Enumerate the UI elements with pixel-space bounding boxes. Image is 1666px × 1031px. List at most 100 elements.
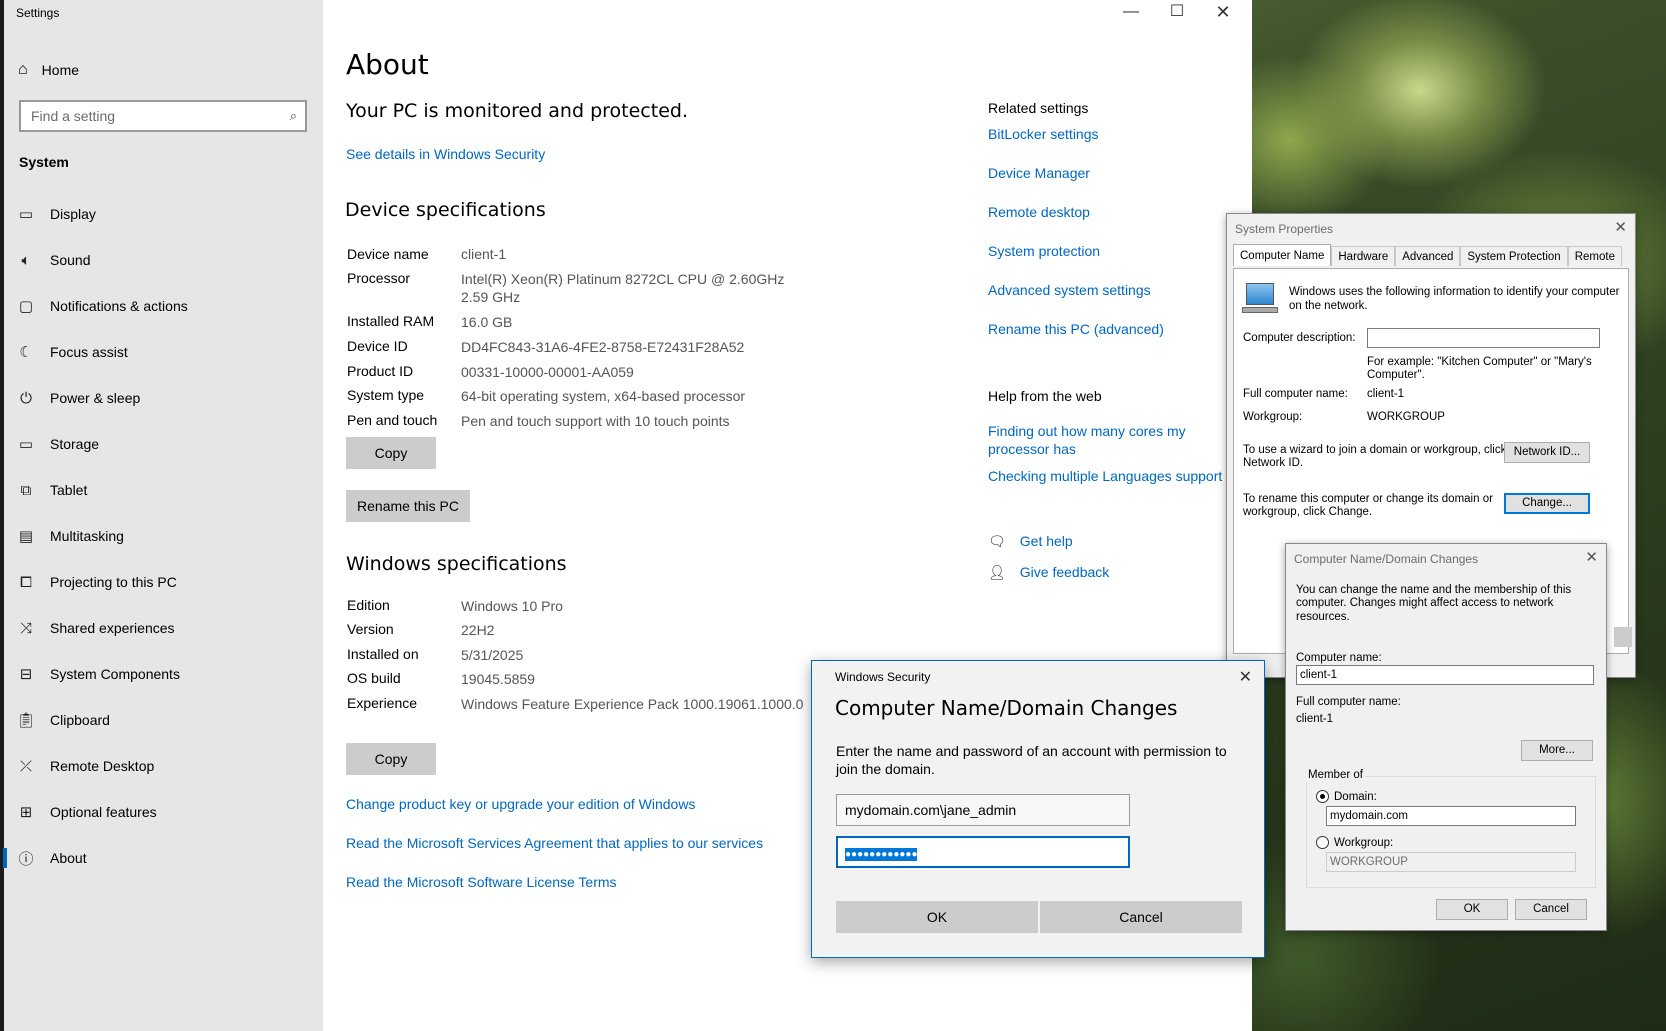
copy-device-specs-button[interactable]: Copy: [346, 437, 436, 469]
projecting-icon: ⧠: [19, 573, 32, 591]
sidebar-item-focus-assist[interactable]: ☾ Focus assist: [0, 332, 323, 372]
tab-hardware[interactable]: Hardware: [1331, 246, 1396, 266]
sidebar-item-clipboard[interactable]: 📋︎ Clipboard: [0, 700, 323, 740]
computer-icon: [1246, 283, 1274, 305]
sidebar: Settings ⌂ Home Find a setting ⌕ System …: [0, 0, 323, 1031]
full-name-value: client-1: [1367, 388, 1405, 400]
domain-input[interactable]: mydomain.com: [1326, 806, 1576, 826]
computer-name-input[interactable]: client-1: [1296, 665, 1594, 685]
desc-line2: computer. Changes might affect access to…: [1296, 597, 1554, 623]
full-name-label: Full computer name:: [1243, 388, 1348, 400]
product-key-link[interactable]: Change product key or upgrade your editi…: [346, 796, 695, 812]
tab-computer-name[interactable]: Computer Name: [1233, 244, 1332, 266]
spec-label: OS build: [347, 670, 401, 686]
ok-button[interactable]: OK: [836, 901, 1038, 933]
search-input[interactable]: Find a setting ⌕: [19, 100, 307, 132]
spec-value: Intel(R) Xeon(R) Platinum 8272CL CPU @ 2…: [461, 271, 785, 287]
spec-value: 19045.5859: [461, 671, 535, 687]
sidebar-item-remote-desktop[interactable]: ⤫ Remote Desktop: [0, 746, 323, 786]
sidebar-item-label: Notifications & actions: [50, 298, 188, 314]
sidebar-item-power-sleep[interactable]: ⏻ Power & sleep: [0, 378, 323, 418]
sidebar-item-tablet[interactable]: ⧉ Tablet: [0, 470, 323, 510]
wizard-line1: To use a wizard to join a domain or work…: [1243, 444, 1507, 456]
network-id-button[interactable]: Network ID...: [1504, 442, 1590, 463]
close-icon[interactable]: ✕: [1585, 548, 1598, 566]
tab-advanced[interactable]: Advanced: [1395, 246, 1461, 266]
dialog-description: Enter the name and password of an accoun…: [836, 743, 1227, 777]
sidebar-home[interactable]: ⌂ Home: [18, 58, 79, 82]
security-details-link[interactable]: See details in Windows Security: [346, 146, 545, 162]
sidebar-item-label: About: [50, 850, 87, 866]
rename-pc-advanced-link[interactable]: Rename this PC (advanced): [988, 320, 1164, 338]
workgroup-label: Workgroup:: [1243, 411, 1303, 423]
sidebar-item-label: Power & sleep: [50, 390, 141, 406]
sidebar-item-optional-features[interactable]: ⊞ Optional features: [0, 792, 323, 832]
sidebar-item-storage[interactable]: ▭ Storage: [0, 424, 323, 464]
get-help-link[interactable]: 🗨︎ Get help: [988, 532, 1073, 550]
sidebar-item-label: Tablet: [50, 482, 88, 498]
sidebar-item-multitasking[interactable]: ▤ Multitasking: [0, 516, 323, 556]
dialog-title: System Properties: [1235, 222, 1334, 236]
sidebar-item-system-components[interactable]: ⊟ System Components: [0, 654, 323, 694]
computer-name-domain-changes-dialog: Computer Name/Domain Changes ✕ You can c…: [1285, 543, 1607, 931]
sidebar-item-about[interactable]: ⓘ About: [0, 838, 323, 878]
full-name-label: Full computer name:: [1296, 696, 1401, 708]
minimize-icon[interactable]: —: [1108, 2, 1154, 22]
maximize-icon[interactable]: ☐: [1154, 2, 1200, 22]
workgroup-label: Workgroup:: [1334, 837, 1394, 849]
spec-label: Device ID: [347, 338, 408, 354]
rename-pc-button[interactable]: Rename this PC: [346, 490, 470, 522]
tab-system-protection[interactable]: System Protection: [1460, 246, 1568, 266]
more-button[interactable]: More...: [1521, 740, 1593, 761]
license-terms-link[interactable]: Read the Microsoft Software License Term…: [346, 874, 617, 890]
moon-icon: ☾: [19, 344, 33, 361]
sidebar-item-projecting[interactable]: ⧠ Projecting to this PC: [0, 562, 323, 602]
spec-label: Processor: [347, 270, 411, 286]
sidebar-section-title: System: [19, 154, 69, 170]
sidebar-item-sound[interactable]: 🔈︎ Sound: [0, 240, 323, 280]
home-icon: ⌂: [18, 61, 28, 78]
help-chat-icon: 🗨︎: [988, 533, 1006, 549]
search-icon[interactable]: ⌕: [290, 108, 297, 124]
copy-windows-specs-button[interactable]: Copy: [346, 743, 436, 775]
sidebar-item-display[interactable]: ▭ Display: [0, 194, 323, 234]
bitlocker-settings-link[interactable]: BitLocker settings: [988, 125, 1099, 143]
close-icon[interactable]: ✕: [1239, 667, 1252, 687]
spec-value: Pen and touch support with 10 touch poin…: [461, 413, 730, 429]
sidebar-item-shared-experiences[interactable]: ⤨ Shared experiences: [0, 608, 323, 648]
languages-help-link[interactable]: Checking multiple Languages support: [988, 467, 1222, 485]
change-button[interactable]: Change...: [1504, 493, 1590, 514]
help-web-heading: Help from the web: [988, 388, 1102, 404]
advanced-system-settings-link[interactable]: Advanced system settings: [988, 281, 1151, 299]
sidebar-home-label: Home: [41, 62, 80, 78]
cancel-button[interactable]: Cancel: [1040, 901, 1242, 933]
power-icon: ⏻: [20, 389, 32, 407]
ok-button[interactable]: OK: [1436, 899, 1508, 920]
workgroup-input[interactable]: WORKGROUP: [1326, 852, 1576, 872]
monitor-icon: ▭: [18, 206, 34, 223]
related-settings-heading: Related settings: [988, 100, 1089, 116]
tablet-icon: ⧉: [20, 481, 32, 499]
info-icon: ⓘ: [18, 850, 34, 868]
rename-line1: To rename this computer or change its do…: [1243, 493, 1493, 505]
give-feedback-link[interactable]: 👤︎ Give feedback: [988, 563, 1109, 581]
close-icon[interactable]: ✕: [1614, 218, 1627, 236]
cancel-button[interactable]: Cancel: [1515, 899, 1587, 920]
device-manager-link[interactable]: Device Manager: [988, 164, 1090, 182]
tab-remote[interactable]: Remote: [1567, 246, 1622, 266]
sidebar-item-notifications[interactable]: ▢ Notifications & actions: [0, 286, 323, 326]
workgroup-radio[interactable]: [1316, 836, 1329, 849]
sidebar-item-label: Remote Desktop: [50, 758, 155, 774]
close-icon[interactable]: ✕: [1200, 2, 1246, 22]
computer-description-input[interactable]: [1367, 328, 1600, 348]
username-input[interactable]: mydomain.com\jane_admin: [836, 794, 1130, 826]
protection-heading: Your PC is monitored and protected.: [346, 100, 688, 122]
password-input[interactable]: ●●●●●●●●●●●●: [836, 836, 1130, 868]
services-agreement-link[interactable]: Read the Microsoft Services Agreement th…: [346, 835, 763, 851]
hidden-apply-button[interactable]: [1614, 627, 1632, 647]
system-protection-link[interactable]: System protection: [988, 242, 1100, 260]
remote-desktop-link[interactable]: Remote desktop: [988, 203, 1090, 221]
rename-line2: workgroup, click Change.: [1243, 506, 1373, 518]
domain-radio[interactable]: [1316, 790, 1329, 803]
cores-help-link[interactable]: Finding out how many cores my processor …: [988, 422, 1186, 458]
